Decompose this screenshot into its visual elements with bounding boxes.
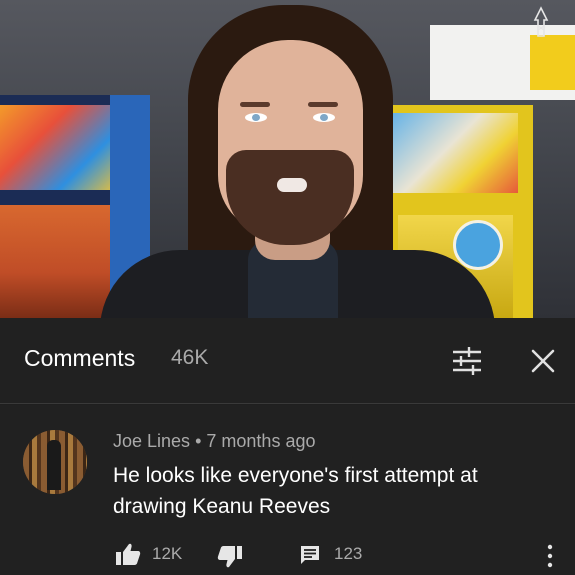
person-eye-left — [245, 113, 267, 122]
thumbs-up-icon[interactable] — [115, 542, 141, 566]
comment-item: Joe Lines • 7 months ago He looks like e… — [0, 405, 575, 575]
person-brow-left — [240, 102, 270, 107]
comment-text: He looks like everyone's first attempt a… — [113, 464, 478, 518]
person-eye-right — [313, 113, 335, 122]
more-vertical-icon[interactable] — [544, 543, 556, 569]
thumbs-down-icon[interactable] — [217, 545, 243, 569]
person-mouth — [277, 178, 307, 192]
comments-count: 46K — [171, 346, 209, 369]
reply-count[interactable]: 123 — [334, 544, 362, 564]
like-count: 12K — [152, 544, 183, 563]
avatar[interactable] — [23, 430, 87, 494]
comments-header: Comments 46K — [0, 318, 575, 404]
comment-meta: Joe Lines • 7 months ago — [113, 431, 315, 452]
comments-title: Comments — [24, 345, 136, 371]
comment-actions: 12K 123 — [0, 537, 575, 571]
reply-icon[interactable] — [299, 544, 321, 566]
channel-watermark-icon — [533, 6, 549, 37]
meta-separator: • — [195, 431, 202, 451]
background-box — [430, 25, 575, 100]
close-icon[interactable] — [523, 342, 563, 380]
comment-time: 7 months ago — [206, 431, 316, 451]
video-frame[interactable] — [0, 0, 575, 318]
person-brow-right — [308, 102, 338, 107]
comment-author[interactable]: Joe Lines — [113, 431, 190, 451]
sort-filter-icon[interactable] — [447, 344, 487, 378]
